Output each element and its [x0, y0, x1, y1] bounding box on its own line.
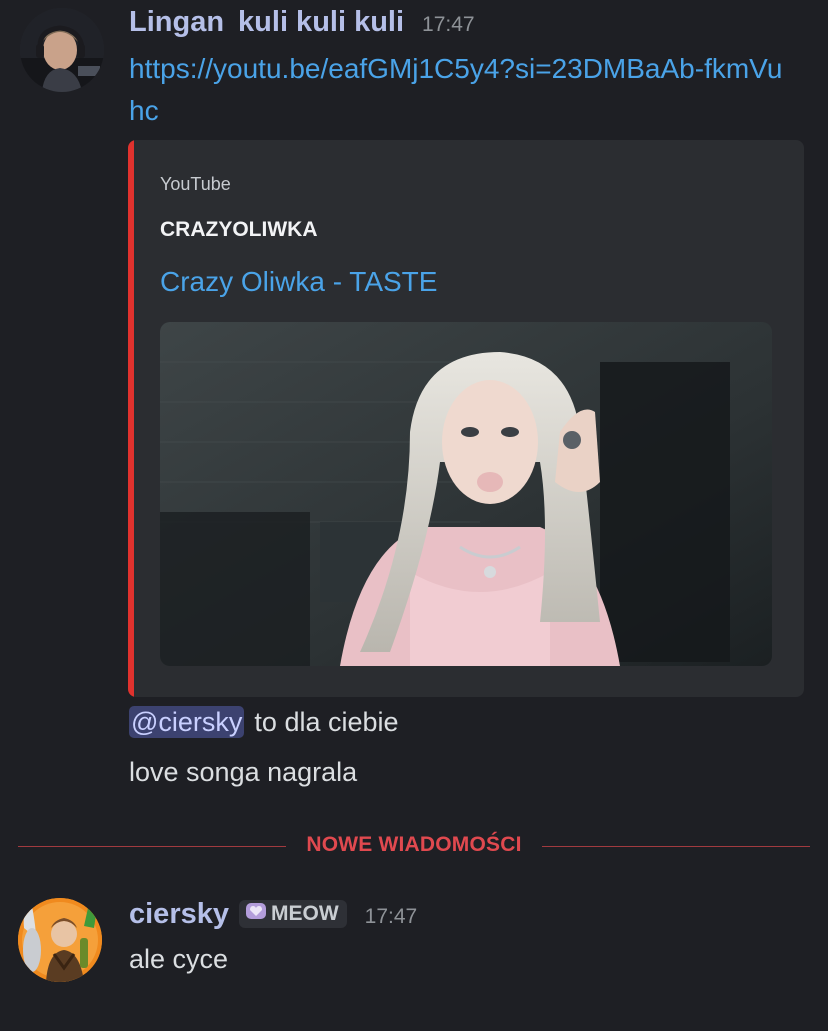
message-text: ale cyce: [129, 944, 229, 974]
embed-accent-bar: [128, 140, 134, 697]
message-text: love songa nagrala: [129, 757, 358, 787]
timestamp: 17:47: [364, 905, 418, 928]
avatar-image: [18, 898, 102, 982]
purple-heart-icon: [245, 902, 267, 926]
message-text-line: @ciersky to dla ciebie: [129, 706, 399, 738]
message-header: Lingan kuli kuli kuli 17:47: [129, 6, 475, 39]
embed-provider[interactable]: YouTube: [160, 174, 231, 195]
youtube-link[interactable]: https://youtu.be/eafGMj1C5y4?si=23DMBaAb…: [129, 48, 789, 132]
embed-author[interactable]: CRAZYOLIWKA: [160, 218, 317, 242]
divider-line: [542, 846, 810, 847]
user-mention[interactable]: @ciersky: [129, 706, 245, 738]
avatar-ciersky[interactable]: [18, 898, 102, 982]
divider-label: NOWE WIADOMOŚCI: [306, 833, 522, 856]
divider-line: [18, 846, 286, 847]
message-header: ciersky MEOW 17:47: [129, 898, 417, 931]
message-text: to dla ciebie: [254, 707, 399, 737]
thumbnail-image: [160, 322, 772, 666]
username[interactable]: Lingan: [129, 6, 224, 39]
role-tag[interactable]: MEOW: [239, 900, 347, 928]
new-messages-divider: NOWE WIADOMOŚCI: [18, 833, 810, 859]
timestamp: 17:47: [422, 13, 475, 36]
avatar-lingan[interactable]: [20, 8, 104, 92]
chat-view: Lingan kuli kuli kuli 17:47 https://yout…: [0, 0, 828, 1031]
role-tag-label: MEOW: [271, 902, 339, 925]
avatar-image: [20, 8, 104, 92]
username-suffix[interactable]: kuli kuli kuli: [238, 6, 404, 39]
username[interactable]: ciersky: [129, 898, 229, 931]
embed-title[interactable]: Crazy Oliwka - TASTE: [160, 266, 437, 298]
video-thumbnail[interactable]: [160, 322, 772, 666]
link-embed: YouTube CRAZYOLIWKA Crazy Oliwka - TASTE: [128, 140, 804, 697]
